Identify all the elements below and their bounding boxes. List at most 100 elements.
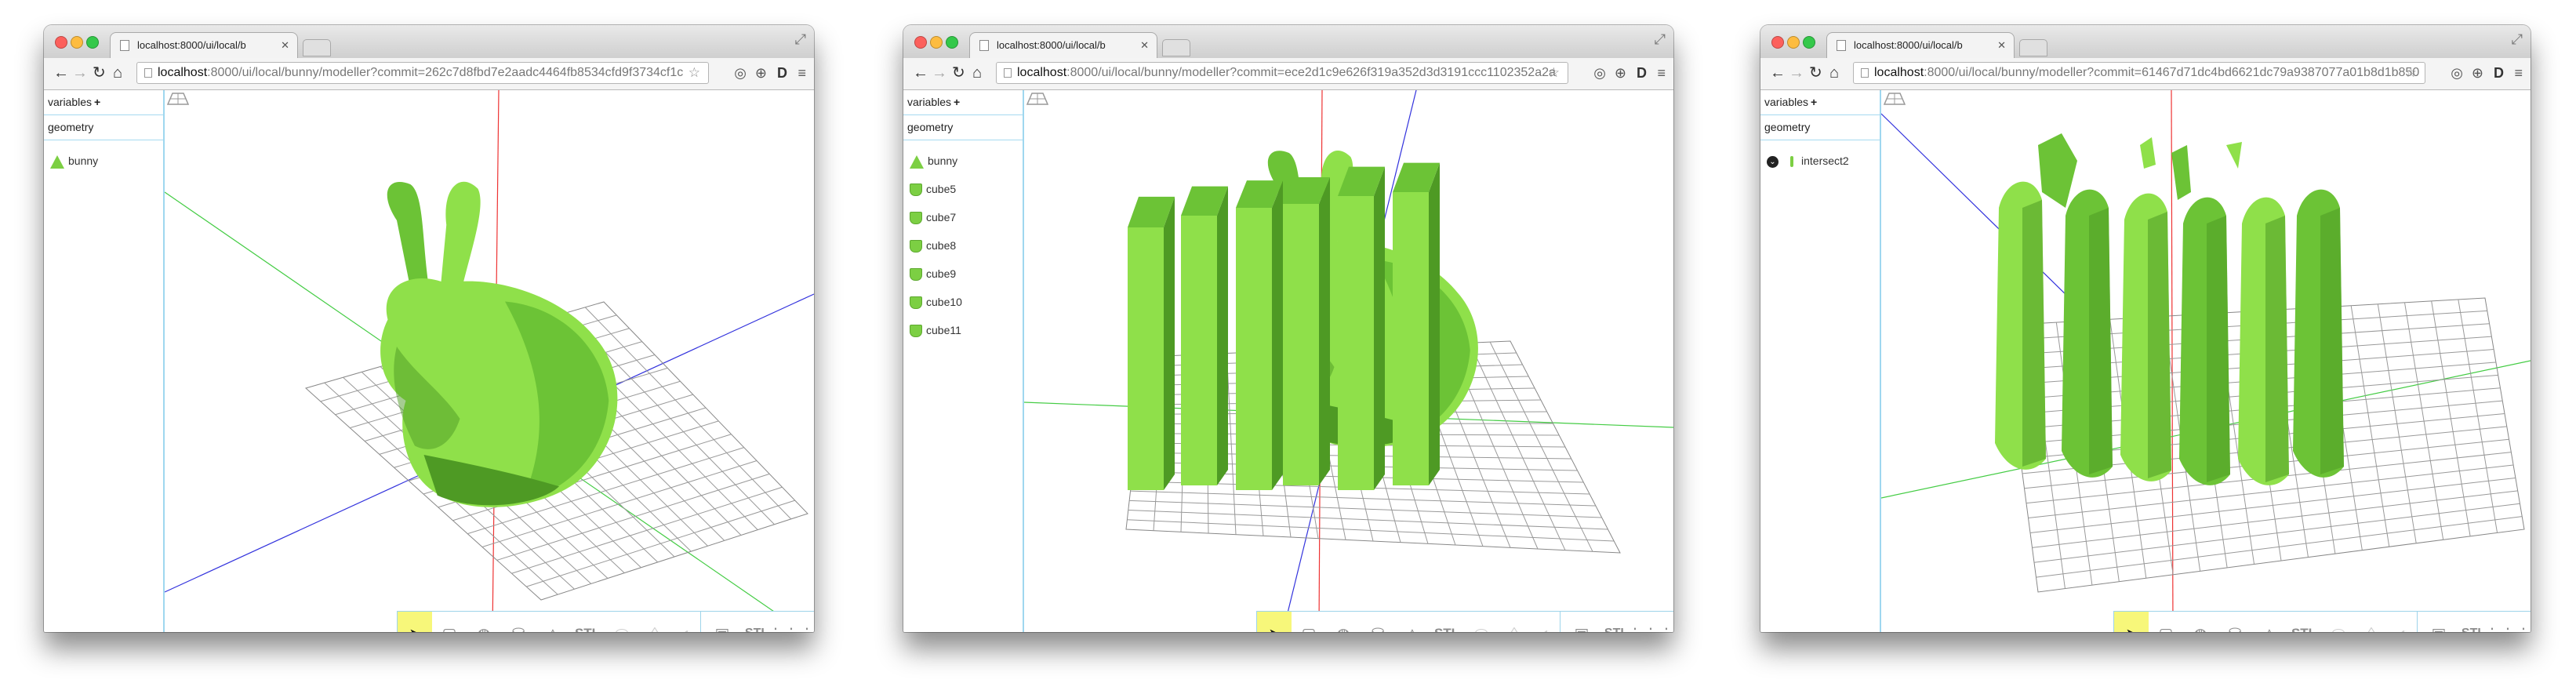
new-tab-button[interactable] [303, 39, 331, 56]
extension-icon[interactable]: D [777, 64, 787, 82]
cube-icon[interactable] [910, 296, 922, 310]
extension-icon[interactable]: ◎ [2451, 64, 2463, 82]
scene-canvas[interactable] [1024, 90, 1673, 632]
pointer-tool[interactable]: ➤ [1257, 612, 1292, 632]
camera-view-icon[interactable] [1024, 90, 1051, 106]
import-stl-tool[interactable]: STL [1430, 612, 1464, 632]
grid-tool[interactable]: ⋮⋮⋮ [2484, 612, 2531, 633]
lens-tool[interactable]: ◊ [1497, 612, 1531, 633]
menu-icon[interactable]: ≡ [798, 64, 806, 82]
lens-tool[interactable]: ◊ [638, 612, 672, 633]
oval-tool[interactable]: ⬭ [1464, 612, 1499, 633]
camera-view-icon[interactable] [1881, 90, 1908, 106]
scene-canvas[interactable] [165, 90, 814, 632]
grid-tool[interactable]: ⋮⋮⋮ [768, 612, 814, 633]
scene-canvas[interactable] [1881, 90, 2531, 632]
geometry-item[interactable]: cube8 [903, 231, 1023, 260]
camera-view-icon[interactable] [165, 90, 191, 106]
cone-tool[interactable]: △ [2252, 612, 2287, 633]
home-icon[interactable]: ⌂ [972, 64, 982, 82]
browser-tab[interactable]: localhost:8000/ui/local/b ✕ [969, 32, 1157, 58]
add-variable-button[interactable]: + [954, 96, 960, 108]
extension-icon[interactable]: ⊕ [1615, 64, 1626, 82]
geometry-item[interactable]: ⌄ intersect2 [1760, 147, 1880, 175]
cylinder-tool[interactable]: ⛁ [501, 612, 536, 633]
grid-tool[interactable]: ⋮⋮⋮ [1627, 612, 1673, 633]
back-icon[interactable]: ← [53, 64, 69, 82]
cone-icon[interactable] [910, 154, 924, 169]
cube-tool[interactable]: ▢ [1292, 612, 1326, 633]
home-icon[interactable]: ⌂ [1829, 64, 1839, 82]
extension-icon[interactable]: D [1637, 64, 1647, 82]
extension-icon[interactable]: ⊕ [2472, 64, 2483, 82]
3d-viewport[interactable]: ➤▢◍⛁△STL⬭◊◐▣STL⋮⋮⋮? [165, 90, 814, 632]
bookmark-star-icon[interactable]: ☆ [689, 63, 700, 83]
geometry-item[interactable]: cube10 [903, 288, 1023, 316]
bookmark-star-icon[interactable]: ☆ [1548, 63, 1560, 83]
3d-viewport[interactable]: ➤▢◍⛁△STL⬭◊◐▣STL⋮⋮⋮? [1024, 90, 1673, 632]
minimize-window-button[interactable] [71, 36, 83, 49]
cube-icon[interactable] [910, 183, 922, 197]
geometry-item[interactable]: cube11 [903, 316, 1023, 344]
zoom-window-button[interactable] [1803, 36, 1815, 49]
geometry-item[interactable]: bunny [44, 147, 163, 175]
address-bar[interactable]: localhost:8000/ui/local/bunny/modeller?c… [136, 62, 709, 84]
import-stl-tool[interactable]: STL [2287, 612, 2321, 632]
add-variable-button[interactable]: + [1811, 96, 1817, 108]
cube-tool[interactable]: ▢ [2149, 612, 2183, 633]
geometry-item[interactable]: cube5 [903, 175, 1023, 203]
fullscreen-icon[interactable]: ⤢ [795, 31, 806, 48]
cube-icon[interactable] [910, 268, 922, 282]
forward-icon[interactable]: → [932, 64, 947, 82]
minimize-window-button[interactable] [930, 36, 943, 49]
cube-icon[interactable] [910, 212, 922, 225]
geometry-item[interactable]: cube7 [903, 203, 1023, 231]
tab-close-icon[interactable]: ✕ [1997, 33, 2006, 58]
forward-icon[interactable]: → [1789, 64, 1804, 82]
back-icon[interactable]: ← [913, 64, 928, 82]
variables-header[interactable]: variables + [903, 90, 1023, 115]
add-variable-button[interactable]: + [94, 96, 100, 108]
save-tool[interactable]: ▣ [2422, 612, 2456, 633]
menu-icon[interactable]: ≡ [2514, 64, 2523, 82]
oval-tool[interactable]: ⬭ [2321, 612, 2356, 633]
zoom-window-button[interactable] [86, 36, 99, 49]
reload-icon[interactable]: ↻ [93, 64, 106, 82]
cube-tool[interactable]: ▢ [432, 612, 467, 633]
address-bar[interactable]: localhost:8000/ui/local/bunny/modeller?c… [1853, 62, 2425, 84]
sphere-tool[interactable]: ◍ [467, 612, 501, 633]
fullscreen-icon[interactable]: ⤢ [2512, 31, 2523, 48]
close-window-button[interactable] [55, 36, 67, 49]
chevron-down-icon[interactable]: ⌄ [1767, 155, 1778, 168]
cube-icon[interactable] [910, 325, 922, 338]
extension-icon[interactable]: D [2494, 64, 2504, 82]
reload-icon[interactable]: ↻ [1809, 64, 1822, 82]
cylinder-tool[interactable]: ⛁ [2218, 612, 2252, 633]
browser-tab[interactable]: localhost:8000/ui/local/b ✕ [110, 32, 298, 58]
import-stl-tool[interactable]: STL [570, 612, 605, 632]
tab-close-icon[interactable]: ✕ [281, 33, 289, 58]
extension-icon[interactable]: ⊕ [755, 64, 767, 82]
close-window-button[interactable] [1771, 36, 1784, 49]
lens-tool[interactable]: ◊ [2354, 612, 2389, 633]
help-tool[interactable]: ? [2523, 612, 2531, 632]
cylinder-tool[interactable]: ⛁ [1361, 612, 1395, 633]
sphere-tool[interactable]: ◍ [1326, 612, 1361, 633]
back-icon[interactable]: ← [1770, 64, 1786, 82]
browser-tab[interactable]: localhost:8000/ui/local/b ✕ [1826, 32, 2015, 58]
help-tool[interactable]: ? [1666, 612, 1673, 632]
sphere-tool[interactable]: ◍ [2183, 612, 2218, 633]
tab-close-icon[interactable]: ✕ [1140, 33, 1149, 58]
variables-header[interactable]: variables + [44, 90, 163, 115]
new-tab-button[interactable] [1162, 39, 1190, 56]
bookmark-star-icon[interactable]: ☆ [2405, 63, 2417, 83]
cone-tool[interactable]: △ [1395, 612, 1430, 633]
geometry-item[interactable]: cube9 [903, 260, 1023, 288]
menu-icon[interactable]: ≡ [1657, 64, 1666, 82]
extension-icon[interactable]: ◎ [1593, 64, 1606, 82]
minimize-window-button[interactable] [1787, 36, 1800, 49]
save-tool[interactable]: ▣ [705, 612, 739, 633]
help-tool[interactable]: ? [807, 612, 814, 632]
oval-tool[interactable]: ⬭ [605, 612, 639, 633]
variables-header[interactable]: variables + [1760, 90, 1880, 115]
